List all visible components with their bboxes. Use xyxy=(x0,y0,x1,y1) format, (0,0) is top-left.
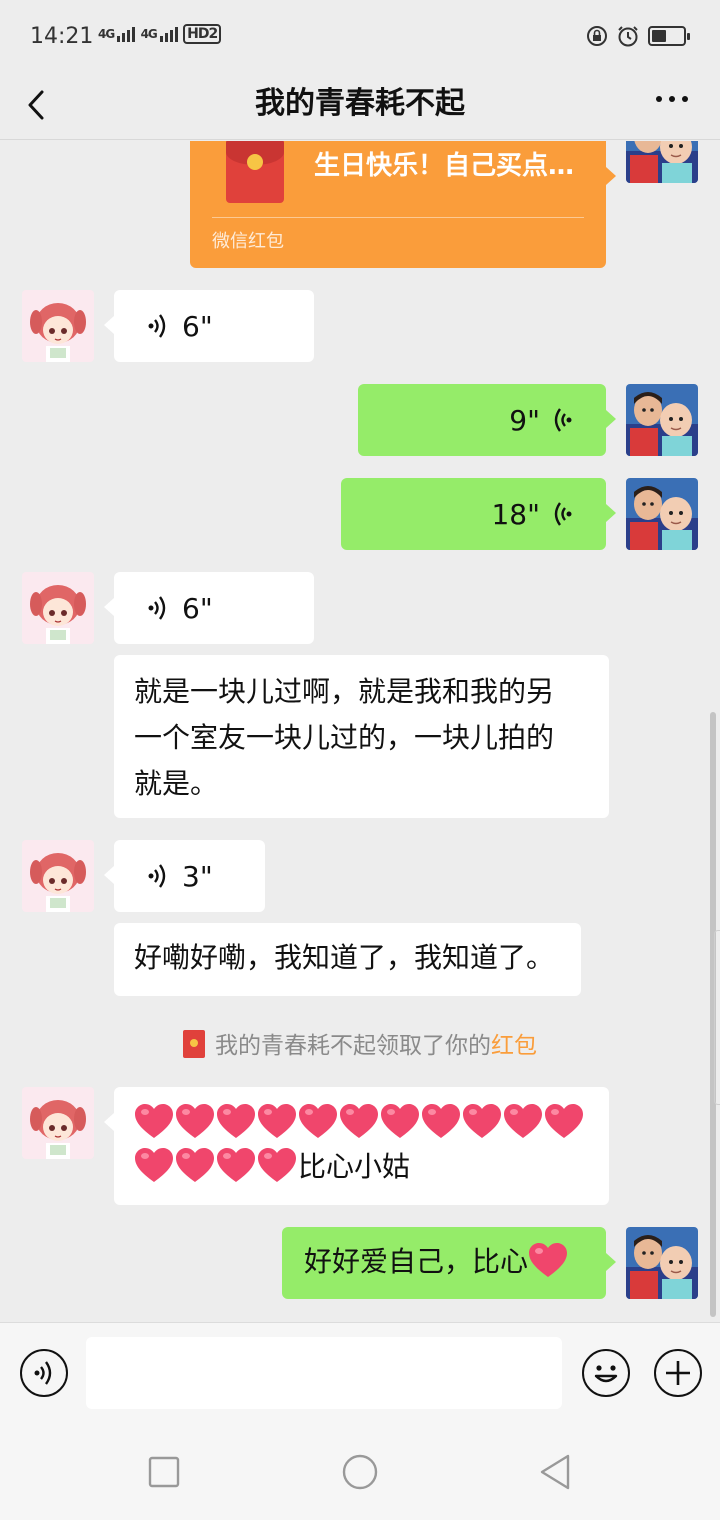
red-packet-label: 微信红包 xyxy=(212,231,284,252)
message-input[interactable] xyxy=(86,1337,562,1409)
transcript-line: 好嘞好嘞，我知道了，我知道了。 xyxy=(134,941,555,974)
heart-emoji-icon xyxy=(176,1148,214,1182)
signal-icon: 4G 4G HD2 xyxy=(98,24,222,44)
system-message-text: 我的青春耗不起领取了你的 xyxy=(215,1033,491,1059)
voice-duration: 9" xyxy=(509,403,540,437)
voice-input-icon[interactable] xyxy=(20,1349,68,1397)
voice-wave-icon xyxy=(554,408,572,432)
heart-emoji-icon xyxy=(217,1148,255,1182)
edge-panel-handle[interactable] xyxy=(714,930,720,1105)
heart-emoji-icon xyxy=(258,1148,296,1182)
voice-message-incoming[interactable]: 3" xyxy=(104,840,265,912)
recents-icon[interactable] xyxy=(144,1452,184,1492)
status-time: 14:21 xyxy=(30,24,94,49)
status-bar: 14:21 4G 4G HD2 xyxy=(0,0,720,72)
signal-label-2: 4G xyxy=(140,27,158,41)
heart-emoji-row: 比心小姑 xyxy=(134,1145,589,1189)
voice-duration: 18" xyxy=(491,497,540,531)
voice-message-incoming[interactable]: 6" xyxy=(104,290,314,362)
input-bar xyxy=(0,1322,720,1424)
voice-duration: 6" xyxy=(182,309,213,343)
text-message-incoming[interactable]: 比心小姑 xyxy=(104,1087,609,1205)
heart-emoji-icon xyxy=(135,1104,173,1138)
avatar-contact[interactable] xyxy=(22,290,94,362)
heart-emoji-icon xyxy=(529,1243,568,1277)
avatar-self[interactable] xyxy=(626,141,698,183)
chat-messages[interactable]: 生日快乐！自己买点… 微信红包 6" 9" 18" 6" 就是一块儿过啊，就是我… xyxy=(0,141,720,1322)
voice-wave-icon xyxy=(148,864,166,888)
heart-emoji-icon xyxy=(422,1104,460,1138)
heart-emoji-icon xyxy=(135,1148,173,1182)
avatar-contact[interactable] xyxy=(22,572,94,644)
avatar-contact[interactable] xyxy=(22,1087,94,1159)
signal-label-1: 4G xyxy=(98,27,115,41)
emoji-icon[interactable] xyxy=(582,1349,630,1397)
voice-message-incoming[interactable]: 6" xyxy=(104,572,314,644)
transcript-line: 就是。 xyxy=(134,767,219,800)
transcript-line: 一个室友一块儿过的，一块儿拍的 xyxy=(134,721,555,754)
chat-header: 我的青春耗不起 xyxy=(0,72,720,140)
red-packet-text: 生日快乐！自己买点… xyxy=(314,151,575,181)
hd-icon: HD2 xyxy=(183,24,222,44)
home-icon[interactable] xyxy=(340,1452,380,1492)
avatar-self[interactable] xyxy=(626,1227,698,1299)
avatar-self[interactable] xyxy=(626,384,698,456)
heart-emoji-row xyxy=(134,1101,589,1145)
heart-emoji-icon xyxy=(217,1104,255,1138)
system-navigation-bar xyxy=(0,1424,720,1520)
transcript-line: 就是一块儿过啊，就是我和我的另 xyxy=(134,675,555,708)
heart-emoji-icon xyxy=(504,1104,542,1138)
heart-emoji-icon xyxy=(463,1104,501,1138)
orientation-lock-icon xyxy=(587,26,607,46)
red-packet-icon xyxy=(226,141,284,203)
avatar-contact[interactable] xyxy=(22,840,94,912)
red-packet-icon xyxy=(183,1030,205,1058)
heart-emoji-icon xyxy=(258,1104,296,1138)
avatar-self[interactable] xyxy=(626,478,698,550)
chat-title: 我的青春耗不起 xyxy=(255,86,465,121)
voice-message-outgoing[interactable]: 9" xyxy=(358,384,616,456)
plus-icon[interactable] xyxy=(654,1349,702,1397)
heart-emoji-icon xyxy=(340,1104,378,1138)
red-packet-message[interactable]: 生日快乐！自己买点… 微信红包 xyxy=(190,141,616,268)
heart-emoji-icon xyxy=(299,1104,337,1138)
more-dots-icon[interactable] xyxy=(652,82,692,122)
voice-duration: 3" xyxy=(182,859,213,893)
voice-transcript[interactable]: 好嘞好嘞，我知道了，我知道了。 xyxy=(114,923,581,996)
red-packet-divider xyxy=(212,217,584,218)
heart-emoji-icon xyxy=(176,1104,214,1138)
voice-wave-icon xyxy=(148,596,166,620)
alarm-icon xyxy=(618,26,638,47)
heart-emoji-icon xyxy=(545,1104,583,1138)
red-packet-link[interactable]: 红包 xyxy=(491,1033,537,1059)
status-right-icons xyxy=(586,24,690,48)
text-message-outgoing[interactable]: 好好爱自己，比心 xyxy=(282,1227,616,1299)
voice-duration: 6" xyxy=(182,591,213,625)
voice-wave-icon xyxy=(148,314,166,338)
voice-transcript[interactable]: 就是一块儿过啊，就是我和我的另 一个室友一块儿过的，一块儿拍的 就是。 xyxy=(114,655,609,818)
voice-message-outgoing[interactable]: 18" xyxy=(341,478,616,550)
battery-icon xyxy=(648,26,690,46)
voice-wave-icon xyxy=(554,502,572,526)
system-message: 我的青春耗不起领取了你的红包 xyxy=(0,1026,720,1060)
message-text: 好好爱自己，比心 xyxy=(304,1245,529,1278)
message-text: 比心小姑 xyxy=(298,1150,411,1183)
heart-emoji-icon xyxy=(381,1104,419,1138)
back-icon[interactable] xyxy=(536,1452,576,1492)
